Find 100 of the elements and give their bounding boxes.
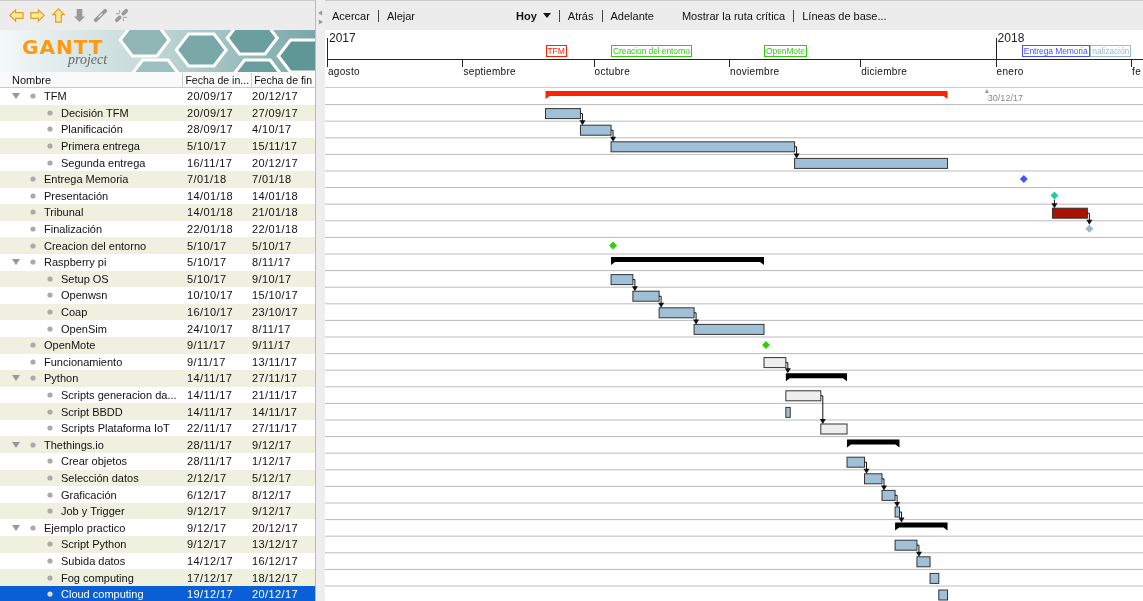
milestone-diamond[interactable]	[1019, 175, 1028, 183]
task-bar[interactable]	[1051, 207, 1088, 219]
task-row[interactable]: Planificación 28/09/17 4/10/17	[0, 121, 315, 138]
bullet-icon	[47, 458, 53, 465]
task-row[interactable]: Funcionamiento 9/11/17 13/11/17	[0, 353, 315, 371]
task-name: Presentación	[44, 189, 109, 202]
task-bar[interactable]	[794, 157, 949, 169]
task-bar[interactable]	[864, 473, 883, 485]
column-header[interactable]: Fecha de in...	[182, 72, 252, 87]
task-bar[interactable]	[929, 572, 940, 584]
unlink-icon[interactable]	[114, 8, 129, 23]
toolbar-button[interactable]: Alejar	[382, 8, 420, 23]
task-row[interactable]: Raspberry pi 5/10/17 8/11/17	[0, 253, 315, 271]
task-row[interactable]: Graficación 6/12/17 8/12/17	[0, 486, 315, 503]
task-bar[interactable]	[938, 589, 949, 601]
summary-bar[interactable]	[611, 257, 764, 265]
expand-triangle-icon[interactable]	[12, 92, 20, 101]
task-row[interactable]: Job y Trigger 9/12/17 9/12/17	[0, 502, 315, 520]
collapse-right-icon[interactable]	[318, 19, 323, 25]
task-row[interactable]: Crear objetos 28/11/17 1/12/17	[0, 453, 315, 470]
collapse-left-icon[interactable]	[318, 10, 323, 16]
task-bar[interactable]	[545, 108, 581, 120]
expand-triangle-icon[interactable]	[12, 258, 20, 267]
task-row[interactable]: OpenSim 24/10/17 8/11/17	[0, 320, 315, 337]
task-row[interactable]: Creacion del entorno 5/10/17 5/10/17	[0, 237, 315, 254]
end-date: 27/11/17	[251, 422, 299, 435]
task-name: Python	[44, 372, 79, 385]
bullet-icon	[30, 441, 36, 448]
task-row[interactable]: Coap 16/10/17 23/10/17	[0, 303, 315, 321]
month-label: octubre	[594, 66, 631, 77]
toolbar-button[interactable]: Acercar	[328, 8, 374, 23]
left-arrow-icon[interactable]	[9, 8, 24, 23]
task-row[interactable]: Openwsn 10/10/17 15/10/17	[0, 287, 315, 304]
today-dropdown[interactable]: Hoy	[512, 8, 555, 23]
task-bar[interactable]	[894, 506, 900, 518]
task-bar[interactable]	[579, 124, 612, 136]
task-row[interactable]: Primera entrega 5/10/17 15/11/17	[0, 137, 315, 155]
expand-triangle-icon[interactable]	[12, 374, 20, 383]
task-row[interactable]: Entrega Memoria 7/01/18 7/01/18	[0, 170, 315, 188]
task-bar[interactable]	[693, 323, 765, 335]
task-name: Planificación	[61, 123, 123, 136]
today-date-label: 30/12/17	[987, 92, 1023, 103]
toolbar-button[interactable]: Líneas de base...	[798, 8, 891, 23]
task-row[interactable]: Segunda entrega 16/11/17 20/12/17	[0, 154, 315, 171]
summary-bar[interactable]	[895, 522, 948, 531]
month-label: enero	[996, 66, 1024, 77]
start-date: 10/10/17	[186, 289, 235, 302]
task-name: Graficación	[61, 488, 117, 501]
column-header[interactable]: Nombre	[0, 72, 183, 87]
task-row[interactable]: TFM 20/09/17 20/12/17	[0, 88, 315, 105]
up-arrow-icon[interactable]	[51, 8, 66, 23]
task-row[interactable]: Python 14/11/17 27/11/17	[0, 370, 315, 387]
expand-triangle-icon[interactable]	[12, 440, 20, 449]
start-date: 16/11/17	[186, 156, 234, 169]
toolbar-button[interactable]: Atrás	[563, 8, 598, 23]
down-arrow-icon[interactable]	[72, 8, 87, 23]
toolbar-button[interactable]: Adelante	[606, 8, 658, 23]
start-date: 5/10/17	[186, 239, 228, 252]
task-bar[interactable]	[846, 456, 865, 468]
task-row[interactable]: Selección datos 2/12/17 5/12/17	[0, 469, 315, 487]
task-row[interactable]: Subida datos 14/12/17 16/12/17	[0, 552, 315, 570]
summary-bar[interactable]	[785, 373, 848, 382]
column-header[interactable]: Fecha de fin	[251, 72, 315, 87]
bullet-icon	[47, 491, 53, 498]
start-date: 19/12/17	[186, 588, 235, 601]
toolbar-button[interactable]: Mostrar la ruta crítica	[677, 8, 790, 23]
task-row[interactable]: Setup OS 5/10/17 9/10/17	[0, 270, 315, 288]
task-name: Funcionamiento	[44, 355, 123, 368]
task-row[interactable]: Thethings.io 28/11/17 9/12/17	[0, 436, 315, 454]
right-arrow-icon[interactable]	[30, 8, 45, 23]
task-row[interactable]: Presentación 14/01/18 14/01/18	[0, 187, 315, 205]
task-row[interactable]: Fog computing 17/12/17 18/12/17	[0, 569, 315, 586]
year-label: 2018	[997, 31, 1025, 45]
task-row[interactable]: Scripts Plataforma IoT 22/11/17 27/11/17	[0, 419, 315, 437]
task-row[interactable]: Scripts generacion da... 14/11/17 21/11/17	[0, 386, 315, 404]
task-row[interactable]: OpenMote 9/11/17 9/11/17	[0, 336, 315, 354]
bullet-icon	[30, 342, 36, 349]
task-bar[interactable]	[785, 406, 791, 418]
task-row[interactable]: Tribunal 14/01/18 21/01/18	[0, 204, 315, 221]
task-bar[interactable]	[610, 274, 634, 286]
end-date: 20/12/17	[251, 588, 300, 601]
task-row[interactable]: Finalización 22/01/18 22/01/18	[0, 220, 315, 238]
start-date: 14/01/18	[186, 206, 235, 219]
task-bar[interactable]	[881, 489, 896, 501]
task-row[interactable]: Decisión TFM 20/09/17 27/09/17	[0, 104, 315, 122]
bullet-icon	[30, 259, 36, 266]
task-row[interactable]: Script Python 9/12/17 13/12/17	[0, 536, 315, 553]
bullet-icon	[47, 408, 53, 415]
expand-triangle-icon[interactable]	[12, 523, 20, 532]
task-row[interactable]: Script BBDD 14/11/17 14/11/17	[0, 403, 315, 420]
task-name: Script Python	[61, 538, 127, 551]
task-name: Script BBDD	[61, 405, 123, 418]
bullet-icon	[47, 275, 53, 282]
task-bar[interactable]	[785, 390, 822, 402]
task-bar[interactable]	[763, 357, 787, 369]
link-icon[interactable]	[93, 8, 108, 23]
summary-bar[interactable]	[847, 439, 900, 448]
task-row[interactable]: Ejemplo practico 9/12/17 20/12/17	[0, 519, 315, 537]
start-date: 28/11/17	[186, 438, 234, 451]
start-date: 9/11/17	[186, 339, 227, 352]
